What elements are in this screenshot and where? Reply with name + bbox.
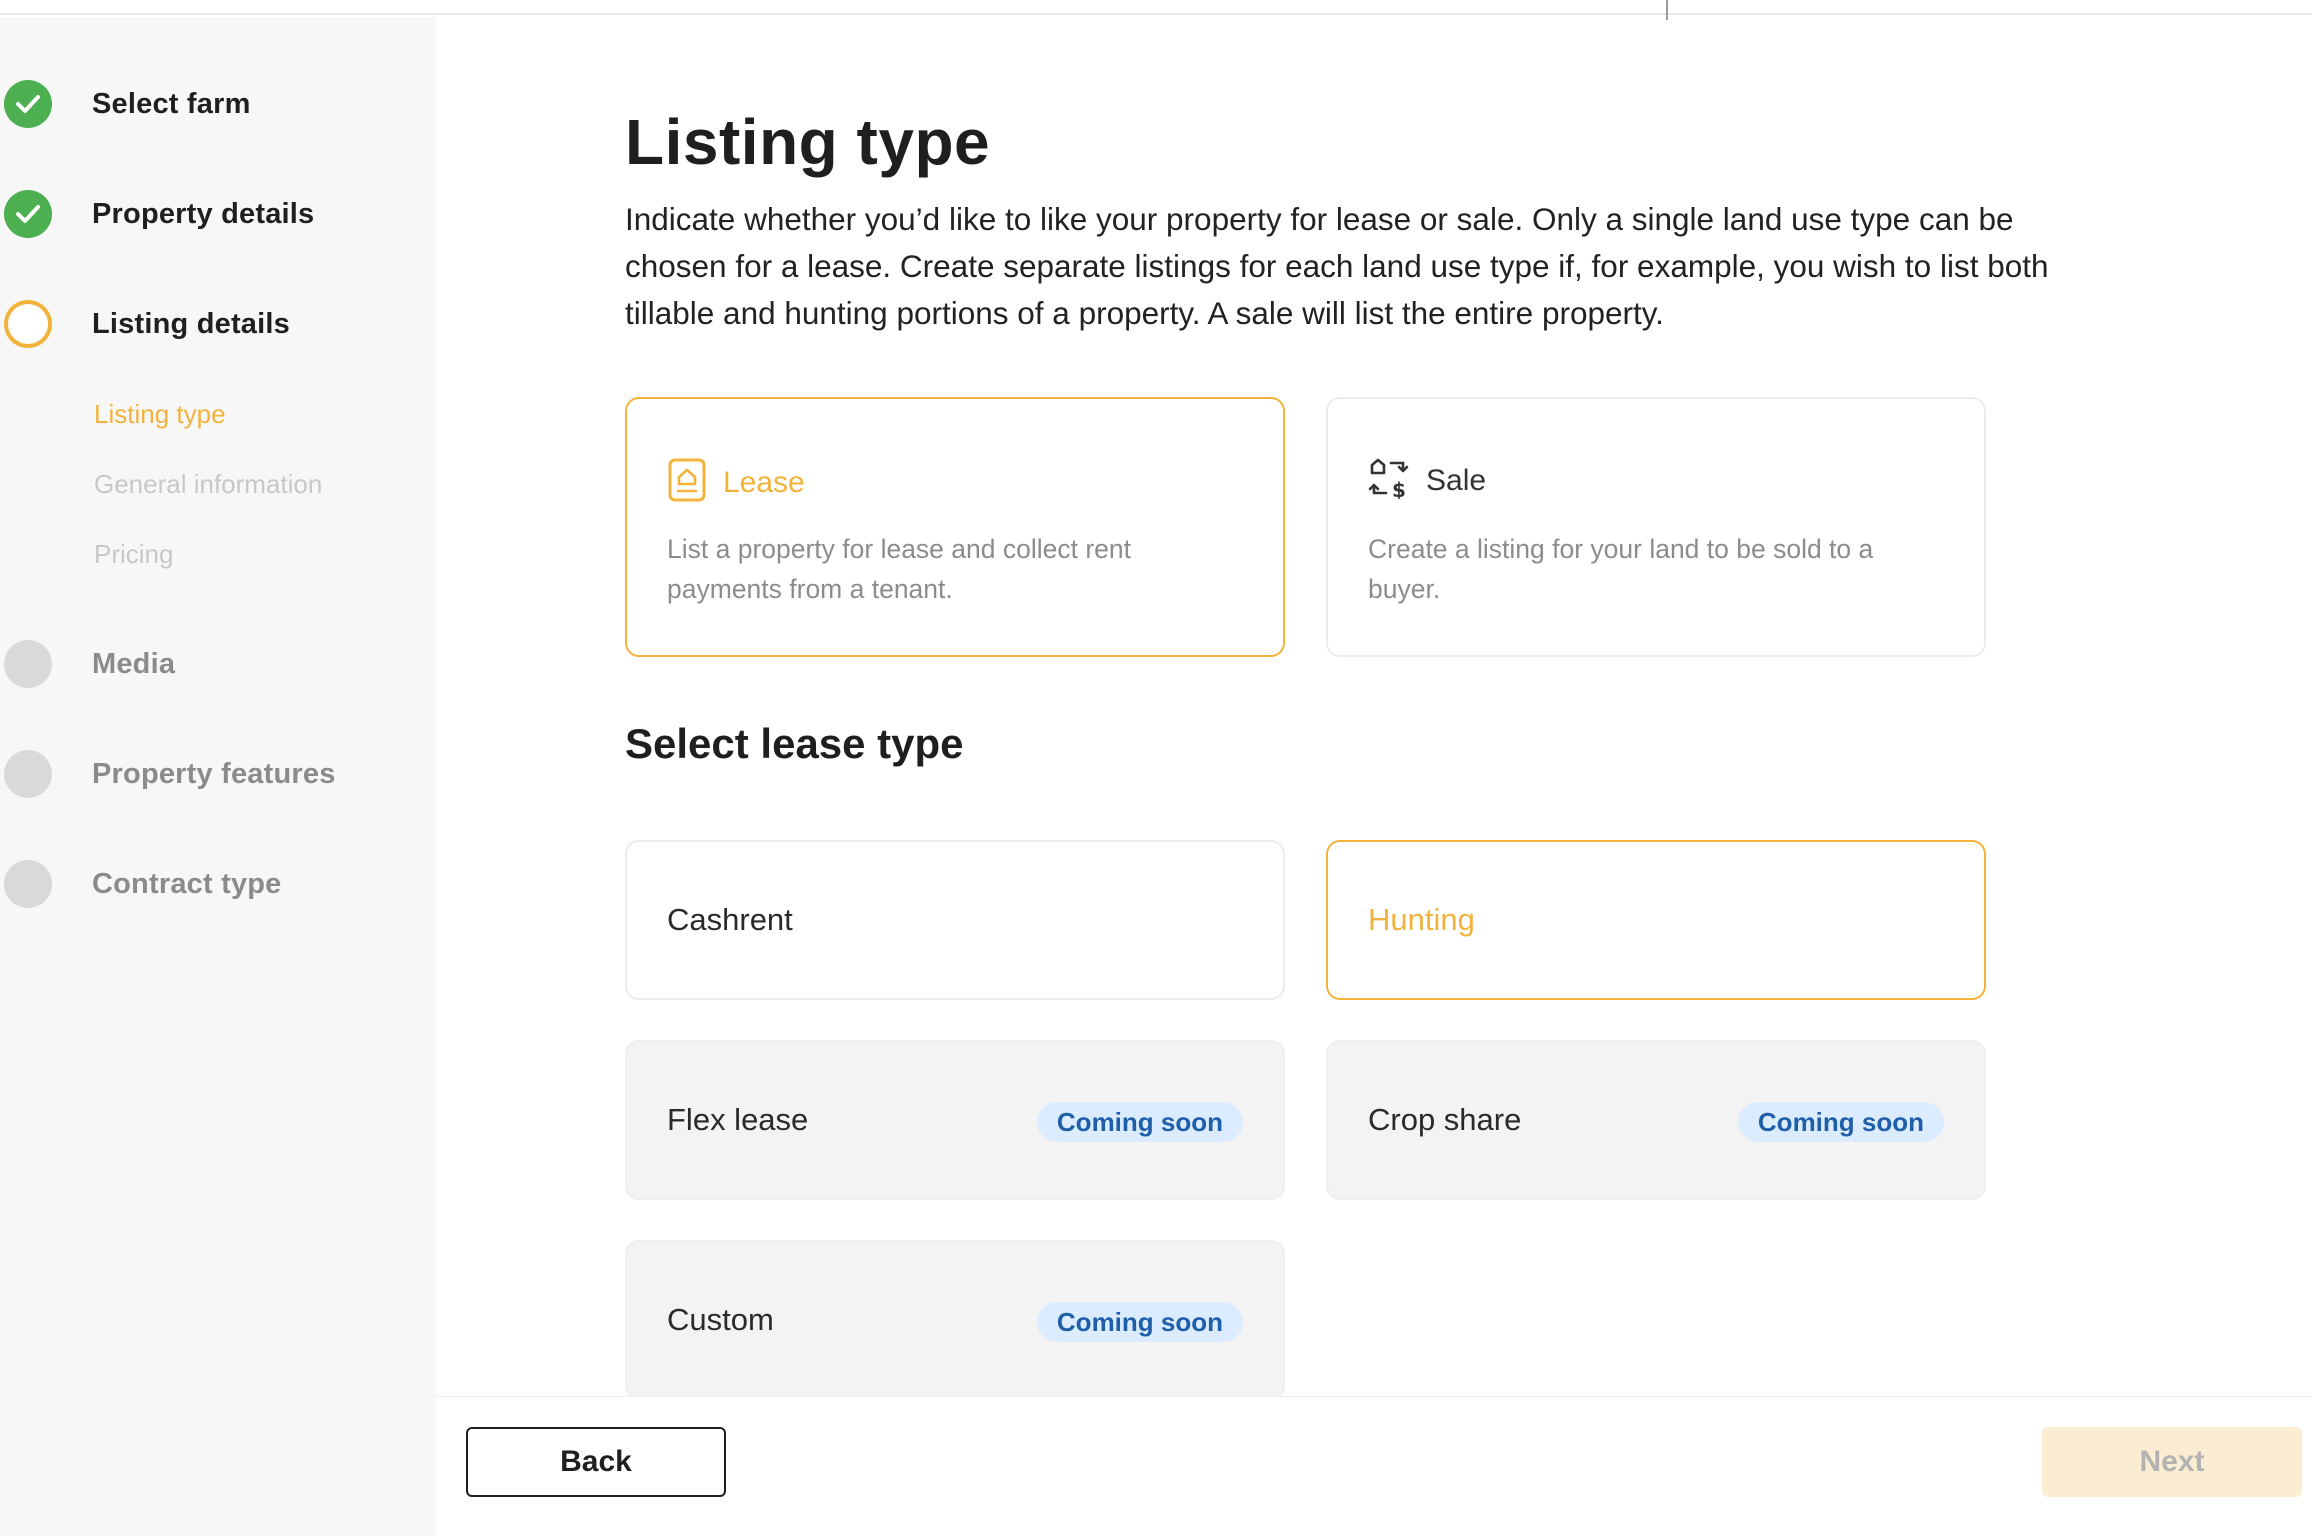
- step-label: Contract type: [92, 867, 282, 900]
- lease-type-label: Custom: [667, 1302, 774, 1337]
- page-description: Indicate whether you’d like to like your…: [625, 201, 2049, 331]
- current-step-circle-icon: [4, 300, 52, 348]
- footer-bar: Back Next: [436, 1396, 2312, 1536]
- lease-type-label: Crop share: [1368, 1102, 1522, 1137]
- step-label: Listing details: [92, 307, 290, 340]
- substep-general-information[interactable]: General information: [94, 469, 322, 500]
- listing-option-sale[interactable]: $ Sale Create a listing for your land to…: [1326, 397, 1986, 657]
- lease-type-label: Cashrent: [667, 902, 793, 937]
- exchange-dollar-icon: $: [1368, 457, 1410, 504]
- lease-type-label: Hunting: [1368, 902, 1475, 937]
- listing-option-description: Create a listing for your land to be sol…: [1368, 534, 1874, 604]
- top-bar: [0, 0, 2312, 20]
- listing-option-description: List a property for lease and collect re…: [667, 534, 1131, 604]
- lease-type-label: Flex lease: [667, 1102, 809, 1137]
- substep-pricing[interactable]: Pricing: [94, 539, 173, 570]
- lease-type-flex-lease: Flex lease Coming soon: [625, 1040, 1285, 1200]
- coming-soon-badge: Coming soon: [1036, 1102, 1243, 1142]
- step-label: Property features: [92, 757, 336, 790]
- check-icon: [4, 80, 52, 128]
- listing-option-lease[interactable]: Lease List a property for lease and coll…: [625, 397, 1285, 657]
- back-button[interactable]: Back: [466, 1427, 726, 1497]
- lease-type-cashrent[interactable]: Cashrent: [625, 840, 1285, 1000]
- section-title: Select lease type: [625, 720, 964, 767]
- next-button[interactable]: Next: [2042, 1427, 2302, 1497]
- lease-type-custom: Custom Coming soon: [625, 1240, 1285, 1400]
- coming-soon-badge: Coming soon: [1737, 1102, 1944, 1142]
- pending-step-circle-icon: [4, 860, 52, 908]
- step-label: Property details: [92, 197, 315, 230]
- svg-text:$: $: [1392, 478, 1406, 499]
- lease-type-hunting[interactable]: Hunting: [1326, 840, 1986, 1000]
- divider: [1666, 0, 1668, 20]
- listing-option-title: Lease: [723, 465, 805, 499]
- step-label: Media: [92, 647, 176, 680]
- lease-type-crop-share: Crop share Coming soon: [1326, 1040, 1986, 1200]
- progress-sidebar: Select farm Property details Listing det…: [0, 17, 436, 1536]
- listing-option-title: Sale: [1426, 463, 1487, 497]
- document-house-icon: [667, 457, 707, 508]
- check-icon: [4, 190, 52, 238]
- page-title: Listing type: [625, 106, 991, 178]
- pending-step-circle-icon: [4, 640, 52, 688]
- step-label: Select farm: [92, 87, 251, 120]
- coming-soon-badge: Coming soon: [1036, 1302, 1243, 1342]
- pending-step-circle-icon: [4, 750, 52, 798]
- substep-listing-type[interactable]: Listing type: [94, 399, 226, 430]
